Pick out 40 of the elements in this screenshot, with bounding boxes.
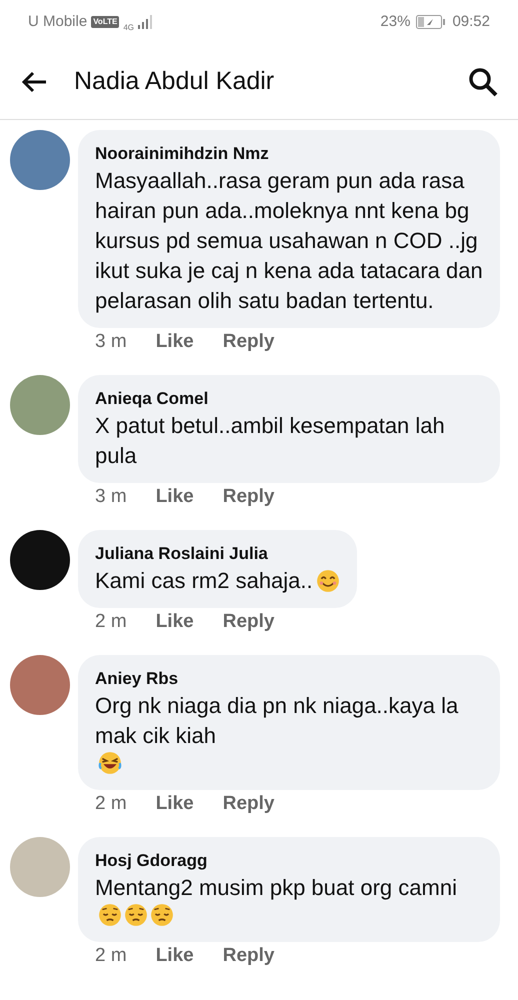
- battery-percent: 23%: [380, 12, 410, 32]
- like-link[interactable]: Like: [156, 793, 194, 815]
- comment-text: Kami cas rm2 sahaja..: [95, 567, 313, 595]
- comment-text: X patut betul..ambil kesempatan lah pula: [95, 412, 446, 470]
- commenter-name[interactable]: Juliana Roslaini Julia: [95, 542, 340, 566]
- network-type: 4G: [123, 22, 134, 34]
- like-link[interactable]: Like: [156, 331, 194, 353]
- like-link[interactable]: Like: [156, 611, 194, 633]
- reply-link[interactable]: Reply: [222, 793, 274, 815]
- comment-time: 3 m: [95, 486, 127, 508]
- pensive-emoji-icon: [150, 903, 174, 927]
- pensive-emoji-icon: [98, 903, 122, 927]
- back-arrow-icon[interactable]: [20, 70, 48, 94]
- reply-link[interactable]: Reply: [222, 331, 274, 353]
- commenter-name[interactable]: Anieqa Comel: [95, 387, 483, 411]
- signal-icon: [138, 15, 152, 29]
- comment-time: 2 m: [95, 793, 127, 815]
- carrier-name: U Mobile: [28, 12, 88, 32]
- comment-time: 3 m: [95, 331, 127, 353]
- like-link[interactable]: Like: [156, 486, 194, 508]
- like-link[interactable]: Like: [156, 945, 194, 967]
- reply-link[interactable]: Reply: [222, 486, 274, 508]
- pensive-emoji-icon: [124, 903, 148, 927]
- commenter-name[interactable]: Hosj Gdoragg: [95, 849, 483, 873]
- comment-text: Mentang2 musim pkp buat org camni: [95, 874, 457, 902]
- reply-link[interactable]: Reply: [222, 611, 274, 633]
- smiling-emoji-icon: [316, 569, 340, 593]
- comment-time: 2 m: [95, 945, 127, 967]
- comment-time: 2 m: [95, 611, 127, 633]
- commenter-name[interactable]: Aniey Rbs: [95, 667, 483, 691]
- page-title: Nadia Abdul Kadir: [74, 66, 276, 97]
- reply-link[interactable]: Reply: [222, 945, 274, 967]
- battery-icon: [416, 15, 446, 29]
- commenter-name[interactable]: Noorainimihdzin Nmz: [95, 142, 483, 166]
- volte-badge: VoLTE: [91, 16, 120, 28]
- search-icon[interactable]: [468, 66, 498, 96]
- clock-time: 09:52: [452, 12, 490, 32]
- comment-text: Org nk niaga dia pn nk niaga..kaya la mak cik kiah: [95, 692, 460, 750]
- laughing-emoji-icon: [98, 751, 122, 775]
- comment-text: Masyaallah..rasa geram pun ada rasa hairan pun ada..moleknya nnt kena bg kursus pd semua usahawan n COD ..jg ikut suka je caj n kena ada tatacara dan pelarasan olih satu badan tertentu.: [95, 167, 483, 315]
